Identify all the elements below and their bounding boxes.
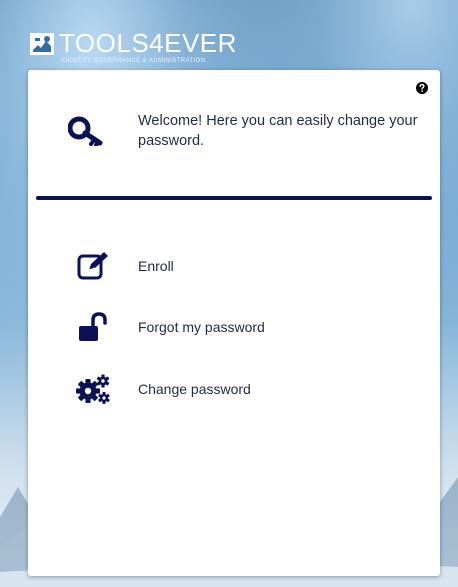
- edit-icon: [77, 252, 108, 280]
- forgot-password-label: Forgot my password: [138, 319, 265, 335]
- enroll-link[interactable]: Enroll: [76, 249, 376, 283]
- gears-icon: [76, 374, 110, 404]
- divider: [36, 196, 432, 200]
- forgot-password-link[interactable]: Forgot my password: [76, 310, 376, 344]
- brand-subtitle: IDENTITY GOVERNANCE & ADMINISTRATION: [61, 57, 206, 64]
- change-password-label: Change password: [138, 381, 251, 397]
- question-circle-icon[interactable]: [416, 82, 428, 94]
- key-icon: [68, 116, 103, 146]
- main-card: Welcome! Here you can easily change your…: [28, 70, 440, 576]
- enroll-label: Enroll: [138, 258, 174, 274]
- change-password-link[interactable]: Change password: [76, 372, 376, 406]
- welcome-message: Welcome! Here you can easily change your…: [138, 113, 418, 149]
- logo-mark-icon: [30, 33, 54, 55]
- brand-title: TOOLS4EVER: [59, 28, 237, 58]
- unlock-icon: [79, 312, 107, 341]
